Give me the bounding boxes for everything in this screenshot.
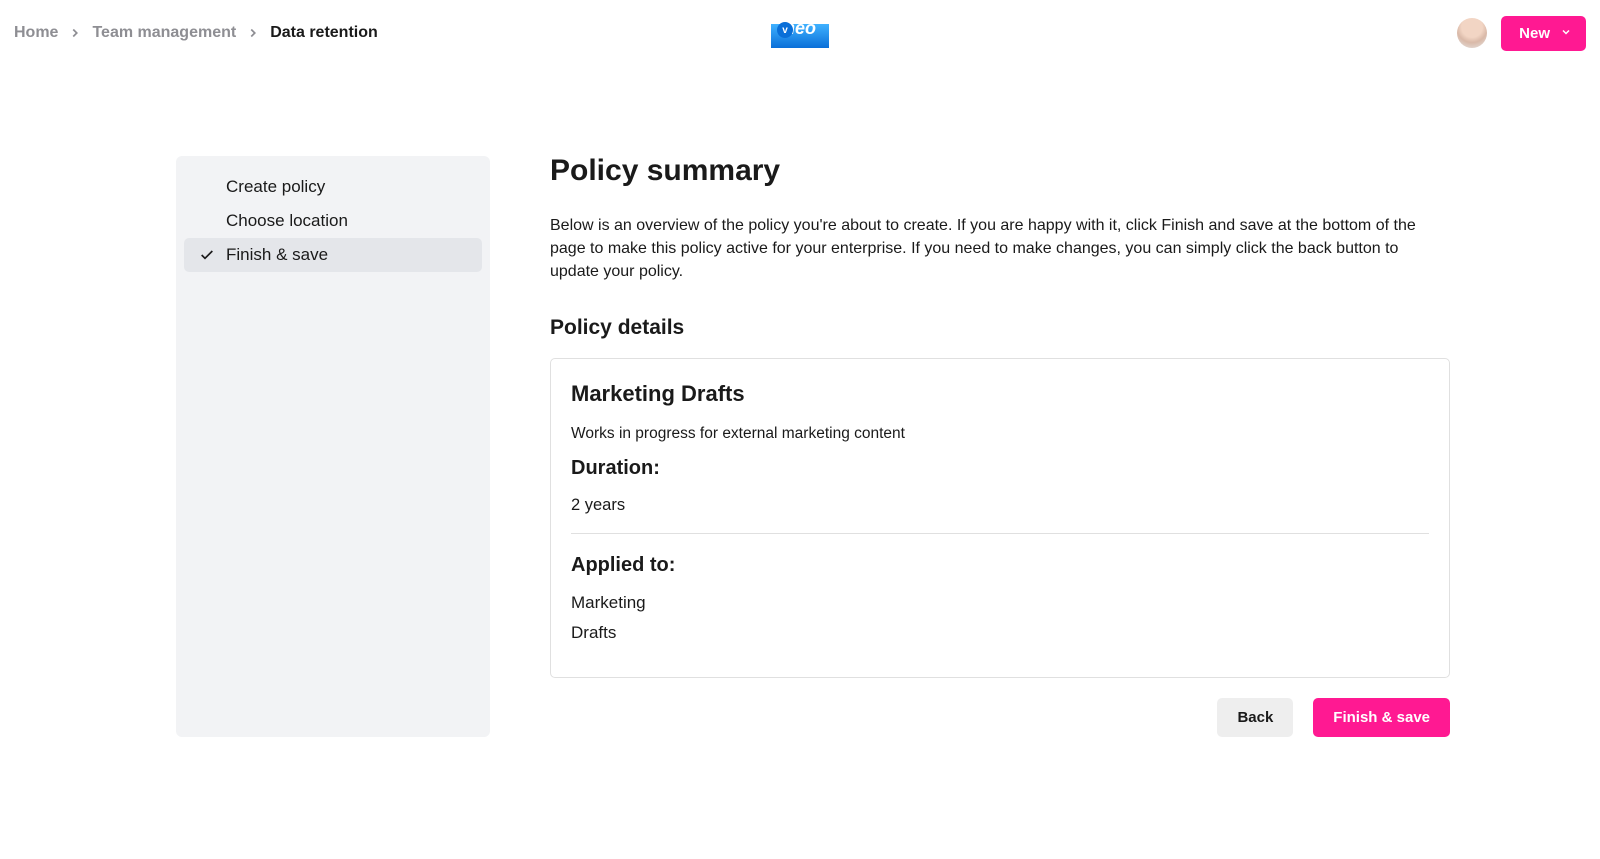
new-button-label: New bbox=[1519, 25, 1550, 42]
duration-label: Duration: bbox=[571, 457, 1429, 480]
step-create-policy[interactable]: Create policy bbox=[184, 170, 482, 204]
policy-card: Marketing Drafts Works in progress for e… bbox=[550, 358, 1450, 678]
step-label: Choose location bbox=[226, 211, 348, 231]
main-content: Policy summary Below is an overview of t… bbox=[490, 156, 1490, 737]
applied-to-label: Applied to: bbox=[571, 554, 1429, 577]
step-label: Finish & save bbox=[226, 245, 328, 265]
brand-logo[interactable]: v neo bbox=[771, 8, 829, 48]
policy-name: Marketing Drafts bbox=[571, 381, 1429, 407]
breadcrumb-team-management[interactable]: Team management bbox=[92, 24, 236, 42]
applied-item: Marketing bbox=[571, 593, 1429, 613]
breadcrumb-home[interactable]: Home bbox=[14, 24, 58, 42]
intro-text: Below is an overview of the policy you'r… bbox=[550, 214, 1450, 284]
header: Home Team management Data retention v ne… bbox=[0, 0, 1600, 56]
chevron-down-icon bbox=[1560, 25, 1572, 42]
finish-save-button[interactable]: Finish & save bbox=[1313, 698, 1450, 737]
breadcrumb-current: Data retention bbox=[270, 24, 378, 42]
check-icon bbox=[198, 178, 216, 196]
action-row: Back Finish & save bbox=[550, 698, 1450, 737]
check-icon bbox=[198, 246, 216, 264]
divider bbox=[571, 533, 1429, 534]
page-title: Policy summary bbox=[550, 154, 1450, 188]
check-icon bbox=[198, 212, 216, 230]
breadcrumb: Home Team management Data retention bbox=[14, 24, 378, 42]
step-label: Create policy bbox=[226, 177, 325, 197]
new-button[interactable]: New bbox=[1501, 16, 1586, 51]
header-right: New bbox=[1457, 16, 1586, 51]
chevron-right-icon bbox=[246, 26, 260, 40]
page-body: Create policy Choose location Finish & s… bbox=[0, 56, 1600, 737]
wizard-steps-sidebar: Create policy Choose location Finish & s… bbox=[176, 156, 490, 737]
section-heading-policy-details: Policy details bbox=[550, 316, 1450, 340]
step-choose-location[interactable]: Choose location bbox=[184, 204, 482, 238]
applied-item: Drafts bbox=[571, 623, 1429, 643]
duration-value: 2 years bbox=[571, 496, 1429, 515]
chevron-right-icon bbox=[68, 26, 82, 40]
policy-description: Works in progress for external marketing… bbox=[571, 425, 1429, 443]
avatar[interactable] bbox=[1457, 18, 1487, 48]
back-button[interactable]: Back bbox=[1217, 698, 1293, 737]
step-finish-save[interactable]: Finish & save bbox=[184, 238, 482, 272]
